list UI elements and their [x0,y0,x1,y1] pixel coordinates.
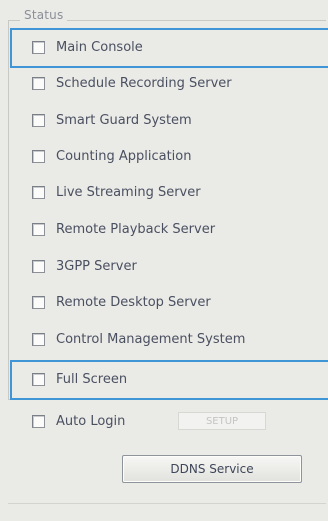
checkbox-remote-desktop-server[interactable]: Remote Desktop Server [0,284,328,320]
checkbox-label[interactable]: Counting Application [56,149,191,164]
checkbox-label[interactable]: Schedule Recording Server [56,76,232,91]
checkbox-label[interactable]: Smart Guard System [56,113,192,128]
ddns-service-button[interactable]: DDNS Service [122,455,302,483]
checkbox-label[interactable]: Live Streaming Server [56,185,201,200]
highlight-full-screen [10,360,328,400]
checkbox-remote-playback-server[interactable]: Remote Playback Server [0,211,328,247]
highlight-main-console [10,28,328,68]
checkbox-label[interactable]: Remote Playback Server [56,222,215,237]
checkbox-auto-login[interactable]: Auto Login [0,403,328,439]
checkbox-box[interactable] [32,149,45,163]
checkbox-box[interactable] [32,76,45,90]
settings-panel: Status Main Console Schedule Recording S… [0,0,328,521]
auto-login-field-value: SETUP [205,415,239,427]
status-group-label: Status [20,8,68,22]
checkbox-3gpp-server[interactable]: 3GPP Server [0,248,328,284]
checkbox-box[interactable] [32,185,45,199]
checkbox-box[interactable] [32,222,45,236]
checkbox-live-streaming-server[interactable]: Live Streaming Server [0,174,328,210]
checkbox-label[interactable]: Control Management System [56,332,245,347]
checkbox-label[interactable]: Auto Login [56,414,125,429]
checkbox-schedule-recording-server[interactable]: Schedule Recording Server [0,65,328,101]
checkbox-control-management-system[interactable]: Control Management System [0,321,328,357]
checkbox-box[interactable] [32,295,45,309]
checkbox-smart-guard-system[interactable]: Smart Guard System [0,102,328,138]
checkbox-box[interactable] [32,414,45,428]
checkbox-counting-application[interactable]: Counting Application [0,138,328,174]
checkbox-box[interactable] [32,113,45,127]
checkbox-box[interactable] [32,332,45,346]
auto-login-field[interactable]: SETUP [178,412,266,430]
checkbox-label[interactable]: 3GPP Server [56,259,137,274]
group-bottom-divider [8,503,326,504]
checkbox-box[interactable] [32,259,45,273]
ddns-service-button-label: DDNS Service [170,462,254,476]
checkbox-label[interactable]: Remote Desktop Server [56,295,211,310]
